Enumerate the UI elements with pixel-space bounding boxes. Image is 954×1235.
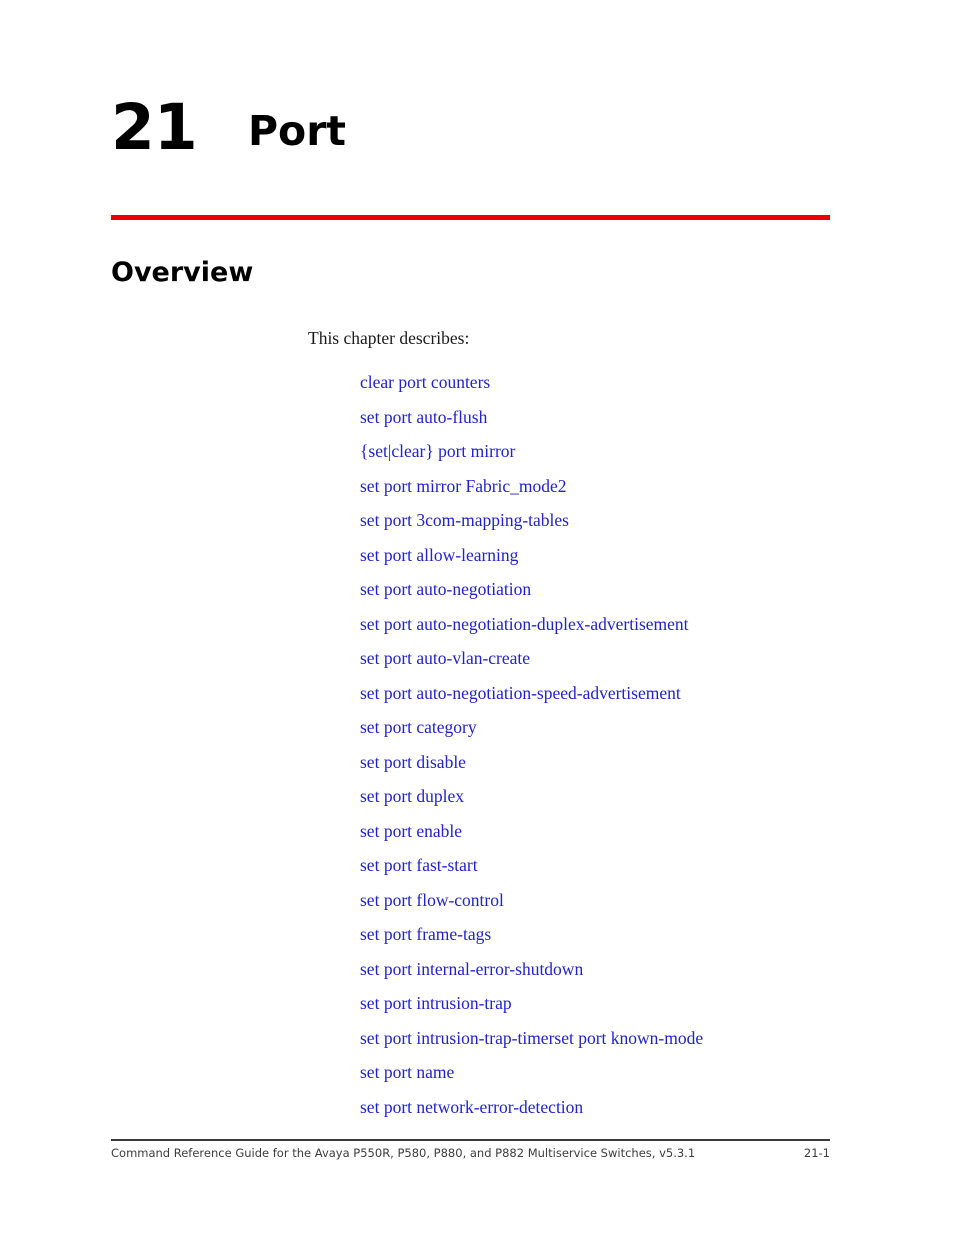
intro-paragraph: This chapter describes: [308, 328, 470, 348]
list-item: set port name [360, 1062, 830, 1098]
list-item: set port 3com-mapping-tables [360, 510, 830, 546]
doc-link[interactable]: set port intrusion-trap-timerset port kn… [360, 1028, 703, 1048]
doc-link[interactable]: set port flow-control [360, 890, 504, 910]
list-item: set port intrusion-trap-timerset port kn… [360, 1028, 830, 1064]
footer-page-number: 21-1 [803, 1146, 830, 1160]
list-item: set port network-error-detection [360, 1097, 830, 1133]
list-item: set port category [360, 717, 830, 753]
list-item: set port fast-start [360, 855, 830, 891]
list-item: set port flow-control [360, 890, 830, 926]
list-item: set port enable [360, 821, 830, 857]
list-item: set port auto-vlan-create [360, 648, 830, 684]
doc-link[interactable]: set port auto-vlan-create [360, 648, 530, 668]
doc-link[interactable]: set port auto-negotiation-speed-advertis… [360, 683, 681, 703]
doc-link[interactable]: clear port counters [360, 372, 490, 392]
red-divider-rule [111, 215, 830, 220]
doc-link[interactable]: set port duplex [360, 786, 464, 806]
list-item: set port auto-negotiation-duplex-adverti… [360, 614, 830, 650]
doc-link[interactable]: set port category [360, 717, 477, 737]
doc-link[interactable]: set port fast-start [360, 855, 478, 875]
list-item: set port allow-learning [360, 545, 830, 581]
doc-link[interactable]: {set|clear} port mirror [360, 441, 515, 461]
chapter-contents-list: clear port counters set port auto-flush … [360, 372, 830, 1133]
doc-link[interactable]: set port mirror Fabric_mode2 [360, 476, 567, 496]
doc-link[interactable]: set port intrusion-trap [360, 993, 512, 1013]
list-item: set port internal-error-shutdown [360, 959, 830, 995]
chapter-title: Port [248, 107, 347, 155]
doc-link[interactable]: set port internal-error-shutdown [360, 959, 583, 979]
doc-link[interactable]: set port network-error-detection [360, 1097, 583, 1117]
doc-link[interactable]: set port 3com-mapping-tables [360, 510, 569, 530]
doc-link[interactable]: set port auto-flush [360, 407, 487, 427]
list-item: set port auto-negotiation [360, 579, 830, 615]
chapter-heading: 21 Port [111, 96, 831, 159]
list-item: set port auto-flush [360, 407, 830, 443]
doc-link[interactable]: set port disable [360, 752, 466, 772]
chapter-number: 21 [111, 91, 198, 164]
doc-link[interactable]: set port auto-negotiation [360, 579, 531, 599]
list-item: set port auto-negotiation-speed-advertis… [360, 683, 830, 719]
doc-link[interactable]: set port enable [360, 821, 462, 841]
section-heading-overview: Overview [111, 257, 254, 288]
list-item: set port mirror Fabric_mode2 [360, 476, 830, 512]
list-item: set port duplex [360, 786, 830, 822]
doc-link[interactable]: set port frame-tags [360, 924, 491, 944]
list-item: set port frame-tags [360, 924, 830, 960]
page-footer: Command Reference Guide for the Avaya P5… [111, 1146, 830, 1161]
list-item: {set|clear} port mirror [360, 441, 830, 477]
list-item: set port intrusion-trap [360, 993, 830, 1029]
doc-link[interactable]: set port auto-negotiation-duplex-adverti… [360, 614, 689, 634]
document-page: 21 Port Overview This chapter describes:… [0, 0, 954, 1235]
footer-divider-rule [111, 1139, 830, 1141]
footer-document-title: Command Reference Guide for the Avaya P5… [111, 1146, 696, 1160]
doc-link[interactable]: set port name [360, 1062, 454, 1082]
list-item: set port disable [360, 752, 830, 788]
doc-link[interactable]: set port allow-learning [360, 545, 518, 565]
list-item: clear port counters [360, 372, 830, 408]
